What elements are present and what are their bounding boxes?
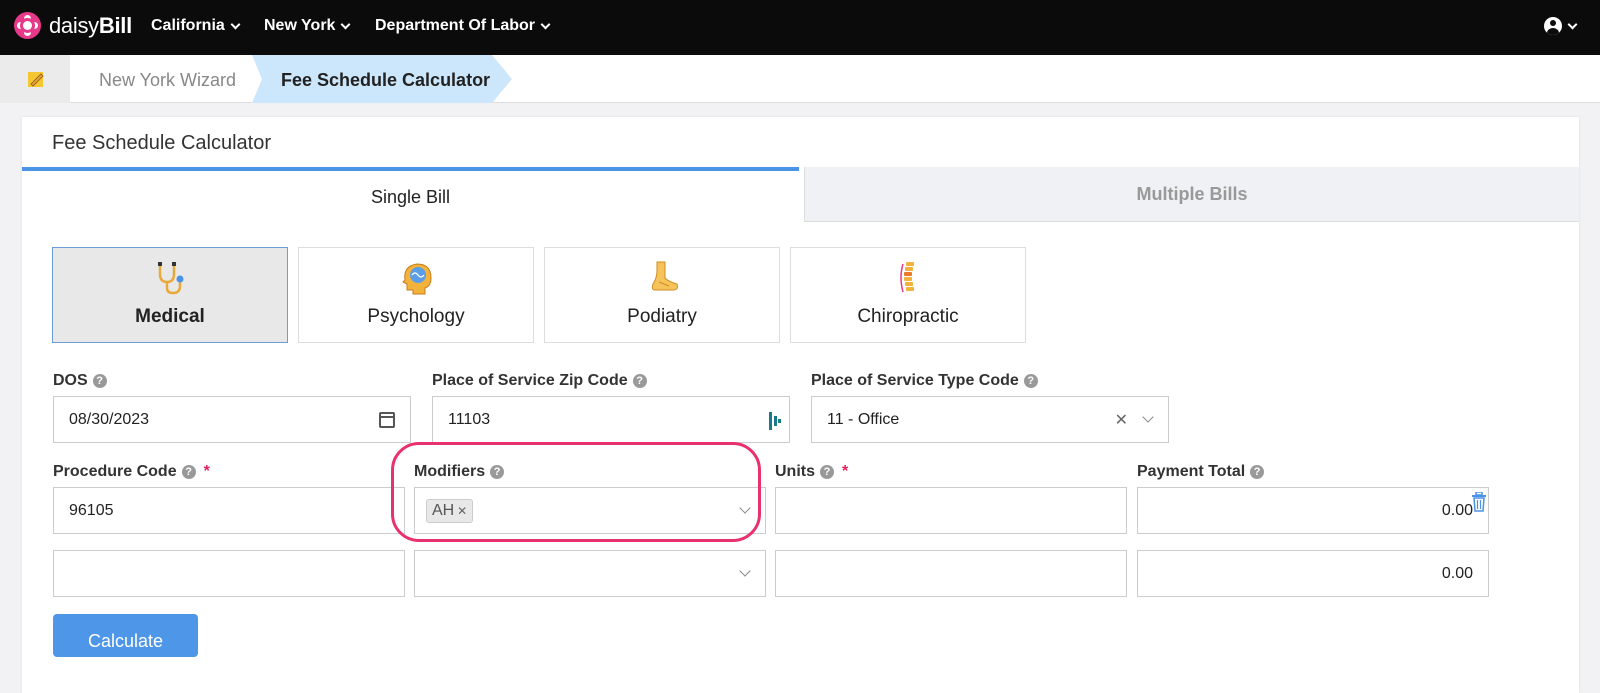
help-icon[interactable]: ? bbox=[632, 374, 647, 388]
chevron-down-icon bbox=[1142, 411, 1154, 423]
dos-label: DOS? bbox=[53, 372, 107, 390]
tab-single-bill[interactable]: Single Bill bbox=[22, 167, 799, 222]
specialty-label: Podiatry bbox=[627, 306, 697, 327]
tab-multiple-bills[interactable]: Multiple Bills bbox=[804, 167, 1579, 222]
stethoscope-icon bbox=[158, 262, 184, 295]
help-icon[interactable]: ? bbox=[820, 465, 834, 479]
breadcrumb-divider bbox=[252, 55, 262, 103]
pos-type-value: 11 - Office bbox=[827, 411, 900, 428]
chevron-down-icon bbox=[340, 19, 351, 29]
logo-text: daisyBill bbox=[49, 12, 132, 38]
units-input[interactable] bbox=[775, 487, 1127, 534]
dos-value: 08/30/2023 bbox=[69, 411, 150, 428]
user-menu[interactable] bbox=[1544, 17, 1578, 35]
chevron-down-icon bbox=[230, 19, 241, 29]
pos-type-select[interactable]: 11 - Office ✕ bbox=[811, 396, 1169, 443]
nav-menu-label: California bbox=[151, 17, 225, 34]
nav-menu-label: New York bbox=[264, 17, 336, 34]
help-icon[interactable]: ? bbox=[1250, 465, 1265, 479]
breadcrumb-divider bbox=[48, 55, 70, 103]
help-icon[interactable]: ? bbox=[92, 374, 107, 388]
pencil-icon bbox=[28, 72, 44, 87]
procedure-code-input[interactable] bbox=[53, 550, 405, 597]
zip-label: Place of Service Zip Code? bbox=[432, 372, 647, 390]
zip-code-input[interactable]: 11103 bbox=[432, 396, 790, 443]
pos-type-label: Place of Service Type Code? bbox=[811, 372, 1038, 390]
payment-total-value: 0.00 bbox=[1441, 502, 1473, 519]
payment-total-input[interactable]: 0.00 bbox=[1137, 487, 1489, 534]
nav-menu-department-of-labor[interactable]: Department Of Labor bbox=[375, 17, 551, 35]
procedure-code-value: 96105 bbox=[69, 502, 114, 519]
specialty-label: Medical bbox=[135, 306, 205, 327]
modifiers-highlight-annotation bbox=[391, 442, 761, 542]
required-marker: * bbox=[203, 463, 210, 480]
daisy-flower-icon bbox=[14, 12, 41, 39]
user-avatar-icon bbox=[1544, 17, 1562, 35]
nav-menu-new-york[interactable]: New York bbox=[264, 17, 351, 35]
daisybill-logo[interactable]: daisyBill bbox=[14, 12, 132, 39]
calculate-button[interactable]: Calculate bbox=[53, 614, 198, 657]
nav-menu-california[interactable]: California bbox=[151, 17, 241, 35]
specialty-label: Psychology bbox=[367, 306, 465, 327]
procedure-code-input[interactable]: 96105 bbox=[53, 487, 405, 534]
units-label: Units? * bbox=[775, 463, 849, 480]
help-icon[interactable]: ? bbox=[181, 465, 196, 479]
specialty-chiropractic[interactable]: Chiropractic bbox=[790, 247, 1026, 343]
payment-total-value: 0.00 bbox=[1441, 565, 1473, 582]
top-navbar: daisyBill California New York Department… bbox=[0, 0, 1600, 55]
specialty-podiatry[interactable]: Podiatry bbox=[544, 247, 780, 343]
foot-icon bbox=[651, 261, 678, 291]
brain-icon bbox=[402, 263, 432, 295]
page-title: Fee Schedule Calculator bbox=[52, 132, 272, 154]
zip-value: 11103 bbox=[448, 411, 491, 428]
chevron-down-icon bbox=[739, 565, 751, 577]
breadcrumb-divider bbox=[492, 55, 512, 103]
autofill-icon bbox=[769, 412, 781, 430]
payment-total-input[interactable]: 0.00 bbox=[1137, 550, 1489, 597]
breadcrumb: New York Wizard Fee Schedule Calculator bbox=[0, 55, 1600, 103]
dos-input[interactable]: 08/30/2023 bbox=[53, 396, 411, 443]
spine-icon bbox=[900, 262, 914, 293]
breadcrumb-new-york-wizard[interactable]: New York Wizard bbox=[99, 70, 236, 91]
specialty-label: Chiropractic bbox=[857, 306, 959, 327]
chevron-down-icon bbox=[540, 19, 551, 29]
breadcrumb-fee-schedule-calculator: Fee Schedule Calculator bbox=[281, 70, 491, 90]
specialty-medical[interactable]: Medical bbox=[52, 247, 288, 343]
units-input[interactable] bbox=[775, 550, 1127, 597]
payment-total-label: Payment Total? bbox=[1137, 463, 1265, 481]
clear-icon[interactable]: ✕ bbox=[1115, 410, 1128, 430]
required-marker: * bbox=[842, 463, 849, 480]
nav-menu-label: Department Of Labor bbox=[375, 17, 536, 34]
calendar-icon[interactable] bbox=[379, 412, 395, 428]
trash-icon[interactable] bbox=[1471, 492, 1487, 512]
help-icon[interactable]: ? bbox=[1023, 374, 1038, 388]
chevron-down-icon bbox=[1567, 19, 1578, 29]
procedure-code-label: Procedure Code? * bbox=[53, 463, 210, 480]
specialty-psychology[interactable]: Psychology bbox=[298, 247, 534, 343]
modifiers-select[interactable] bbox=[414, 550, 766, 597]
